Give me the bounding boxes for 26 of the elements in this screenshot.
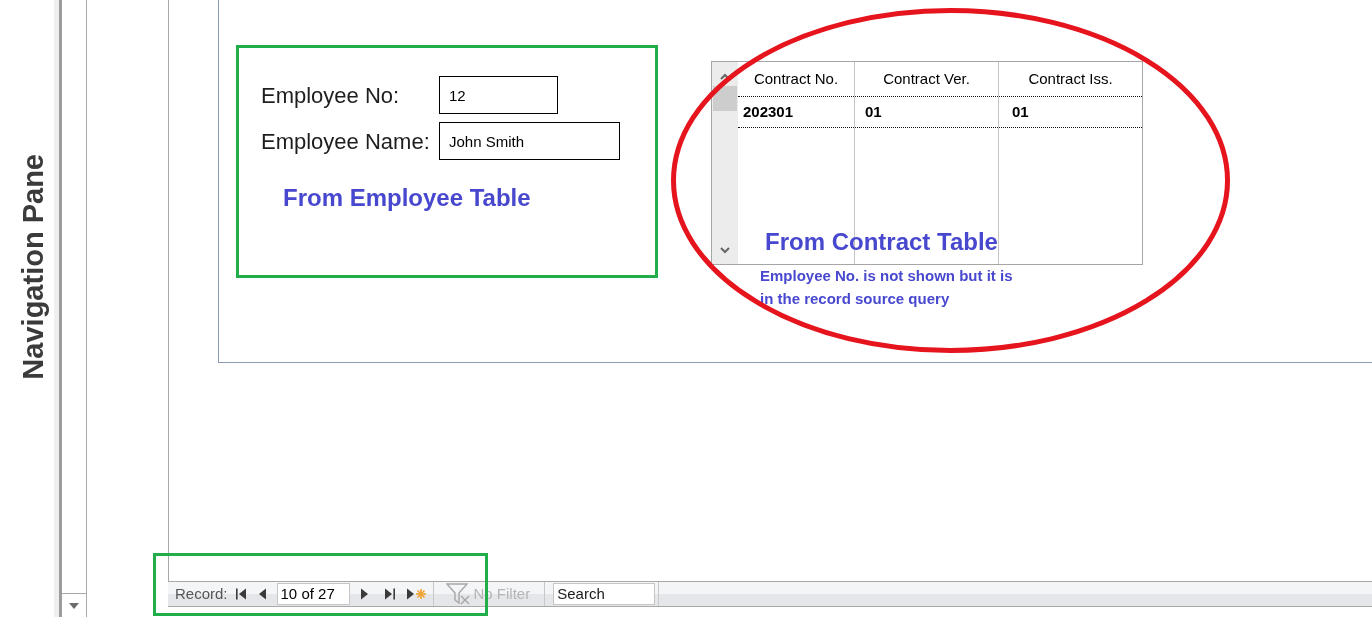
- table-row[interactable]: 202301 01 01: [738, 96, 1142, 128]
- scrollbar-thumb[interactable]: [713, 86, 737, 111]
- field-label: Employee No:: [261, 81, 401, 110]
- table-cell: 202301: [738, 97, 855, 127]
- chevron-up-icon: [720, 72, 730, 80]
- triangle-left-icon: [258, 588, 268, 600]
- search-field[interactable]: Search: [553, 583, 656, 605]
- annotation-text: From Employee Table: [283, 183, 532, 213]
- triangle-star-icon: [406, 588, 427, 600]
- skip-back-icon: [235, 588, 246, 600]
- caret-down-icon: [69, 602, 79, 609]
- table-cell-text: 01: [1011, 101, 1030, 122]
- text-field[interactable]: John Smith: [439, 122, 620, 160]
- text-field[interactable]: 12: [439, 76, 558, 114]
- column-header[interactable]: Contract Iss.: [999, 62, 1142, 96]
- table-cell: 01: [855, 97, 999, 127]
- field-label: Employee Name:: [261, 127, 431, 156]
- column-header[interactable]: Contract Ver.: [855, 62, 999, 96]
- record-number-field[interactable]: 10 of 27: [276, 583, 350, 605]
- record-label: Record:: [175, 583, 228, 604]
- annotation-text: From Contract Table: [765, 227, 998, 257]
- column-header[interactable]: Contract No.: [738, 62, 855, 96]
- triangle-right-icon: [360, 588, 370, 600]
- chevron-down-icon: [720, 246, 730, 254]
- skip-forward-icon: [384, 588, 395, 600]
- navigation-pane-title[interactable]: Navigation Pane: [19, 154, 48, 380]
